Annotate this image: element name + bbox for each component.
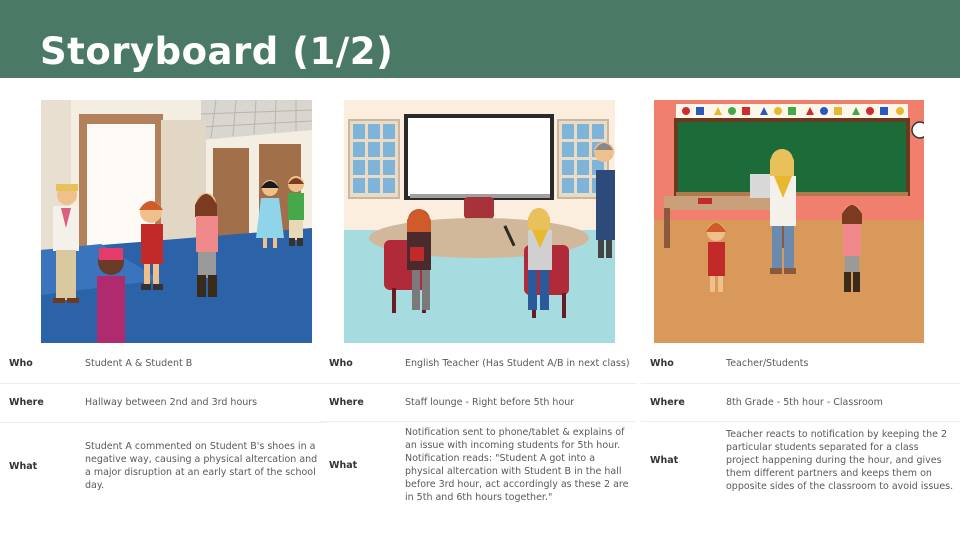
details-table-hallway: Who Student A & Student B Where Hallway … [0, 345, 327, 510]
who-value: Teacher/Students [720, 345, 960, 384]
storyboard-panel-staff-lounge [344, 100, 615, 343]
title-bar: Storyboard (1/2) [0, 0, 960, 78]
details-table-staff-lounge: Who English Teacher (Has Student A/B in … [320, 345, 637, 509]
who-label: Who [320, 345, 399, 384]
staff-lounge-scene-image [344, 100, 615, 343]
hallway-scene-image [41, 100, 312, 343]
where-label: Where [641, 383, 720, 422]
details-table-classroom: Who Teacher/Students Where 8th Grade - 5… [641, 345, 960, 499]
table-row-who: Who Teacher/Students [641, 345, 960, 384]
storyboard-panel-classroom [654, 100, 924, 343]
where-value: Hallway between 2nd and 3rd hours [79, 383, 327, 423]
what-value: Notification sent to phone/tablet & expl… [405, 427, 629, 504]
table-row-what: What Student A commented on Student B's … [0, 422, 327, 510]
who-label: Who [0, 345, 79, 384]
classroom-scene-image [654, 100, 924, 343]
table-row-where: Where Hallway between 2nd and 3rd hours [0, 383, 327, 423]
storyboard-panel-hallway [41, 100, 312, 343]
who-value: English Teacher (Has Student A/B in next… [399, 345, 637, 384]
where-value: 8th Grade - 5th hour - Classroom [720, 383, 960, 422]
what-label: What [9, 460, 38, 472]
table-row-what: What Notification sent to phone/tablet &… [320, 421, 637, 509]
where-value: Staff lounge - Right before 5th hour [399, 383, 637, 422]
table-row-what: What Teacher reacts to notification by k… [641, 421, 960, 499]
table-row-where: Where 8th Grade - 5th hour - Classroom [641, 383, 960, 422]
what-label: What [650, 454, 679, 466]
where-label: Where [320, 383, 399, 422]
who-value: Student A & Student B [79, 345, 327, 384]
table-row-who: Who English Teacher (Has Student A/B in … [320, 345, 637, 384]
table-row-who: Who Student A & Student B [0, 345, 327, 384]
what-label: What [329, 459, 358, 471]
what-value: Student A commented on Student B's shoes… [85, 441, 318, 492]
who-label: Who [641, 345, 720, 384]
slide-title: Storyboard (1/2) [40, 30, 394, 73]
what-value: Teacher reacts to notification by keepin… [726, 428, 954, 492]
table-row-where: Where Staff lounge - Right before 5th ho… [320, 383, 637, 422]
where-label: Where [0, 383, 79, 423]
